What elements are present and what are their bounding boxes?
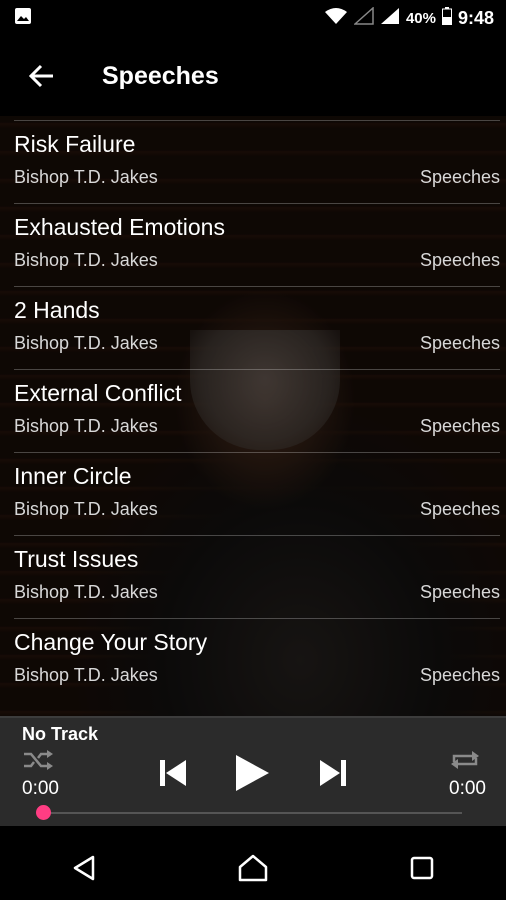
play-icon xyxy=(236,755,269,791)
nav-recents-button[interactable] xyxy=(387,843,457,893)
repeat-icon xyxy=(451,751,479,769)
play-button[interactable] xyxy=(232,752,272,799)
arrow-left-icon xyxy=(29,64,53,88)
seek-bar[interactable] xyxy=(44,812,462,814)
back-button[interactable] xyxy=(12,46,72,106)
track-name: External Conflict xyxy=(14,380,182,406)
list-item[interactable]: Risk Failure Bishop T.D. Jakes Speeches xyxy=(14,120,500,203)
list-item[interactable]: Trust Issues Bishop T.D. Jakes Speeches xyxy=(14,535,500,618)
status-right-group: 40% 9:48 xyxy=(324,6,494,29)
current-time: 0:00 xyxy=(22,778,59,799)
signal-icon xyxy=(380,7,400,29)
back-triangle-icon xyxy=(74,855,95,881)
track-artist: Bishop T.D. Jakes xyxy=(14,582,158,602)
previous-button[interactable] xyxy=(156,756,190,795)
track-album: Speeches xyxy=(419,416,500,436)
track-artist: Bishop T.D. Jakes xyxy=(14,250,158,270)
navigation-bar xyxy=(0,836,506,900)
track-list: Risk Failure Bishop T.D. Jakes Speeches … xyxy=(0,120,506,701)
track-album: Speeches xyxy=(419,333,500,353)
recents-icon xyxy=(410,856,433,880)
skip-previous-icon xyxy=(160,760,186,786)
seek-thumb[interactable] xyxy=(36,805,51,820)
clock: 9:48 xyxy=(457,7,494,28)
repeat-button[interactable] xyxy=(448,750,482,775)
list-item[interactable]: External Conflict Bishop T.D. Jakes Spee… xyxy=(14,369,500,452)
track-name: Exhausted Emotions xyxy=(14,214,225,240)
track-artist: Bishop T.D. Jakes xyxy=(14,416,158,436)
track-album: Speeches xyxy=(419,250,500,270)
track-artist: Bishop T.D. Jakes xyxy=(14,333,158,353)
track-album: Speeches xyxy=(419,499,500,519)
home-icon xyxy=(238,854,268,882)
nav-home-button[interactable] xyxy=(218,843,288,893)
mini-player: No Track 0:00 0:00 xyxy=(0,716,506,828)
list-item[interactable]: 2 Hands Bishop T.D. Jakes Speeches xyxy=(14,286,500,369)
track-artist: Bishop T.D. Jakes xyxy=(14,665,158,685)
next-button[interactable] xyxy=(316,756,350,795)
track-name: Risk Failure xyxy=(14,131,136,157)
status-bar: 40% 9:48 xyxy=(0,0,506,36)
battery-percent: 40% xyxy=(405,9,436,27)
track-artist: Bishop T.D. Jakes xyxy=(14,167,158,187)
total-time: 0:00 xyxy=(449,778,486,799)
now-playing-title: No Track xyxy=(22,724,99,744)
track-name: Change Your Story xyxy=(14,629,208,655)
nav-back-button[interactable] xyxy=(49,843,119,893)
signal-icon xyxy=(352,6,374,29)
track-artist: Bishop T.D. Jakes xyxy=(14,499,158,519)
track-album: Speeches xyxy=(419,167,500,187)
track-album: Speeches xyxy=(419,582,500,602)
wifi-icon xyxy=(324,7,348,29)
shuffle-button[interactable] xyxy=(22,750,54,775)
app-bar: Speeches xyxy=(0,36,506,116)
track-name: Trust Issues xyxy=(14,546,139,572)
battery-icon xyxy=(441,7,452,29)
track-name: Inner Circle xyxy=(14,463,132,489)
bottom-divider xyxy=(0,826,506,836)
skip-next-icon xyxy=(320,760,346,786)
list-item[interactable]: Inner Circle Bishop T.D. Jakes Speeches xyxy=(14,452,500,535)
page-title: Speeches xyxy=(102,61,219,90)
track-album: Speeches xyxy=(419,665,500,685)
track-name: 2 Hands xyxy=(14,297,100,323)
list-item[interactable]: Change Your Story Bishop T.D. Jakes Spee… xyxy=(14,618,500,701)
shuffle-icon xyxy=(24,750,53,770)
image-icon xyxy=(14,7,32,30)
list-item[interactable]: Exhausted Emotions Bishop T.D. Jakes Spe… xyxy=(14,203,500,286)
